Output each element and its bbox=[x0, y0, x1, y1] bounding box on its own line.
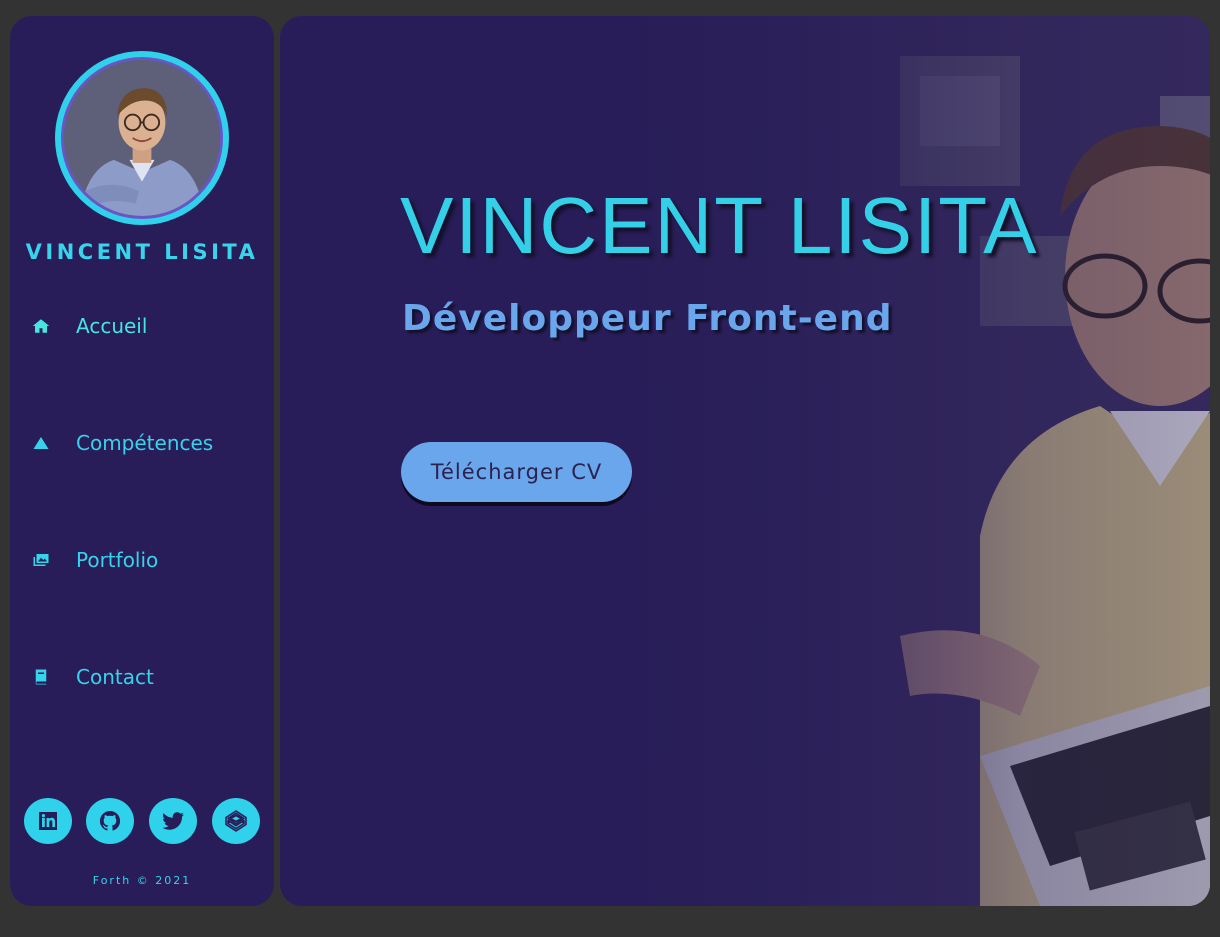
twitter-icon bbox=[162, 812, 184, 830]
github-icon bbox=[99, 810, 121, 831]
download-cv-button[interactable]: Télécharger CV bbox=[401, 442, 632, 502]
sidebar: VINCENT LISITA Accueil Compétences Portf… bbox=[10, 16, 274, 906]
hero-section: VINCENT LISITA Développeur Front-end Tél… bbox=[280, 16, 1210, 906]
sidebar-item-label: Contact bbox=[76, 665, 154, 689]
book-icon bbox=[30, 666, 52, 688]
profile-photo bbox=[61, 57, 223, 219]
footer-copyright: Forth © 2021 bbox=[92, 874, 192, 887]
codepen-icon bbox=[225, 810, 247, 832]
sidebar-item-label: Compétences bbox=[76, 431, 214, 455]
sidebar-item-portfolio[interactable]: Portfolio bbox=[30, 542, 260, 578]
mountain-icon bbox=[30, 432, 52, 454]
hero-subtitle: Développeur Front-end bbox=[402, 298, 893, 339]
linkedin-link[interactable] bbox=[24, 798, 72, 844]
social-links bbox=[24, 798, 264, 844]
twitter-link[interactable] bbox=[149, 798, 197, 844]
hero-title: VINCENT LISITA bbox=[400, 181, 1039, 270]
home-icon bbox=[30, 315, 52, 337]
github-link[interactable] bbox=[86, 798, 134, 844]
codepen-link[interactable] bbox=[212, 798, 260, 844]
sidebar-item-contact[interactable]: Contact bbox=[30, 659, 260, 695]
sidebar-name: VINCENT LISITA bbox=[25, 240, 259, 264]
avatar bbox=[55, 51, 229, 225]
sidebar-item-competences[interactable]: Compétences bbox=[30, 425, 260, 461]
sidebar-item-label: Accueil bbox=[76, 314, 148, 338]
sidebar-item-label: Portfolio bbox=[76, 548, 159, 572]
linkedin-icon bbox=[39, 812, 57, 830]
sidebar-item-accueil[interactable]: Accueil bbox=[30, 308, 260, 344]
images-icon bbox=[30, 549, 52, 571]
